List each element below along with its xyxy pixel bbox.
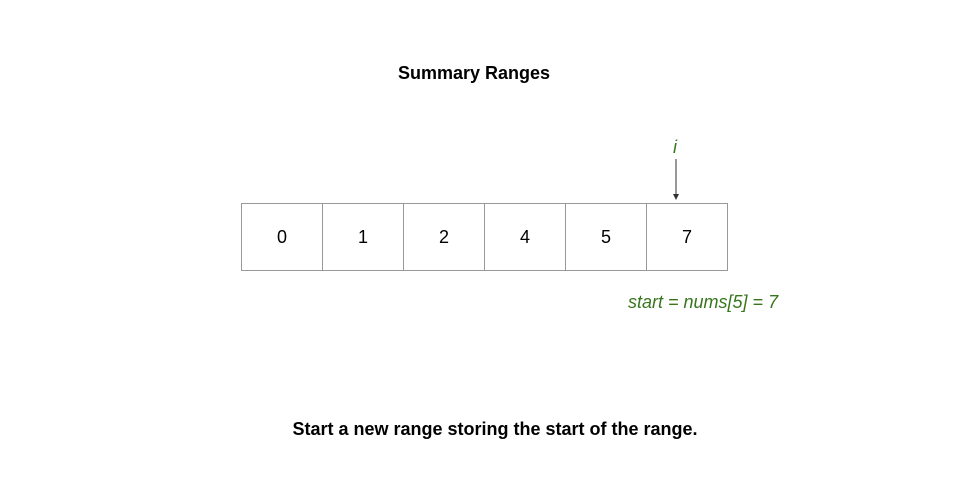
array-row: 0 1 2 4 5 7 xyxy=(241,203,728,271)
array-cell: 4 xyxy=(484,203,566,271)
pointer-label-i: i xyxy=(673,137,677,157)
step-caption: Start a new range storing the start of t… xyxy=(292,419,698,439)
array-cell: 2 xyxy=(403,203,485,271)
array-cell: 1 xyxy=(322,203,404,271)
diagram-title: Summary Ranges xyxy=(397,63,551,83)
array-cell: 7 xyxy=(646,203,728,271)
start-annotation: start = nums[5] = 7 xyxy=(628,292,779,312)
down-arrow-icon xyxy=(673,159,679,200)
array-cell: 0 xyxy=(241,203,323,271)
array-cell: 5 xyxy=(565,203,647,271)
